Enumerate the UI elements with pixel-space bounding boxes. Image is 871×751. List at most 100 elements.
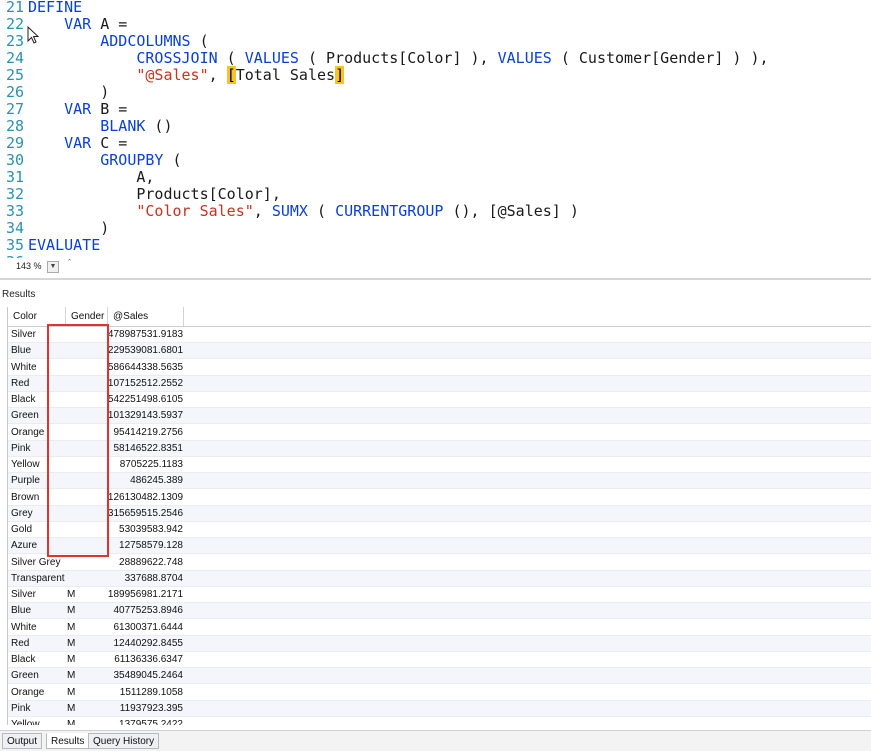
cell-sales[interactable]: 315659515.2546 (100, 506, 183, 522)
code-line[interactable]: 28 BLANK () (0, 118, 173, 135)
cell-color[interactable]: Blue (11, 603, 67, 619)
cell-sales[interactable]: 11937923.395 (100, 701, 183, 717)
tab-query-history[interactable]: Query History (88, 733, 160, 749)
cell-sales[interactable]: 586644338.5635 (100, 360, 183, 376)
cell-sales[interactable]: 61136336.6347 (100, 652, 183, 668)
cell-sales[interactable]: 229539081.6801 (100, 343, 183, 359)
cell-sales[interactable]: 12758579.128 (100, 538, 183, 554)
cell-color[interactable]: Brown (11, 490, 67, 506)
dax-code-editor[interactable]: 21 DEFINE 22 VAR A = 23 ADDCOLUMNS (24 CROS… (0, 0, 871, 258)
cell-sales[interactable]: 12440292.8455 (100, 636, 183, 652)
table-row[interactable]: Pink M 11937923.395 (8, 700, 871, 717)
table-row[interactable]: Green M 35489045.2464 (8, 668, 871, 685)
scroll-caret-icon[interactable]: ˆ (68, 258, 71, 268)
cell-sales[interactable]: 107152512.2552 (100, 376, 183, 392)
cell-sales[interactable]: 1511289.1058 (100, 685, 183, 701)
table-row[interactable]: Transparent 337688.8704 (8, 570, 871, 587)
code-line[interactable]: 31 A, (0, 169, 155, 186)
column-header-sales[interactable]: @Sales (108, 307, 184, 326)
cell-sales[interactable]: 35489045.2464 (100, 668, 183, 684)
table-row[interactable]: Yellow 8705225.1183 (8, 457, 871, 473)
code-line[interactable]: 21 DEFINE (0, 0, 82, 16)
table-row[interactable]: Silver 478987531.9183 (8, 327, 871, 343)
results-grid[interactable]: Color Gender @Sales Silver 478987531.9183… (7, 307, 871, 725)
cell-sales[interactable]: 40775253.8946 (100, 603, 183, 619)
table-row[interactable]: Orange 95414219.2756 (8, 425, 871, 441)
cell-color[interactable]: Silver (11, 587, 67, 603)
chevron-down-icon[interactable]: ▼ (47, 261, 59, 273)
table-row[interactable]: Blue M 40775253.8946 (8, 603, 871, 620)
table-row[interactable]: Brown 126130482.1309 (8, 490, 871, 506)
table-row[interactable]: Red 107152512.2552 (8, 375, 871, 392)
cell-color[interactable]: White (11, 620, 67, 636)
cell-sales[interactable]: 126130482.1309 (100, 490, 183, 506)
table-row[interactable]: Azure 12758579.128 (8, 538, 871, 555)
code-line[interactable]: 22 VAR A = (0, 16, 127, 33)
pane-splitter[interactable] (0, 278, 871, 280)
cell-color[interactable]: Azure (11, 538, 67, 554)
code-line[interactable]: 25 "@Sales", [Total Sales] (0, 66, 345, 84)
cell-sales[interactable]: 478987531.9183 (100, 327, 183, 343)
cell-color[interactable]: White (11, 360, 67, 376)
cell-sales[interactable]: 95414219.2756 (100, 425, 183, 441)
table-row[interactable]: Pink 58146522.8351 (8, 440, 871, 457)
cell-sales[interactable]: 58146522.8351 (100, 441, 183, 457)
table-row[interactable]: Black M 61136336.6347 (8, 652, 871, 668)
zoom-level[interactable]: 143 % (16, 260, 42, 273)
cell-color[interactable]: Silver (11, 327, 67, 343)
table-row[interactable]: Gold 53039583.942 (8, 522, 871, 538)
code-line[interactable]: 32 Products[Color], (0, 186, 281, 203)
code-line[interactable]: 26 ) (0, 84, 109, 101)
cell-color[interactable]: Yellow (11, 457, 67, 473)
cell-color[interactable]: Gold (11, 522, 67, 538)
cell-sales[interactable]: 8705225.1183 (100, 457, 183, 473)
tab-output[interactable]: Output (2, 733, 43, 749)
cell-color[interactable]: Pink (11, 441, 67, 457)
table-row[interactable]: Grey 315659515.2546 (8, 505, 871, 522)
code-line[interactable]: 33 "Color Sales", SUMX ( CURRENTGROUP ()… (0, 203, 579, 220)
code-line[interactable]: 29 VAR C = (0, 135, 127, 152)
cell-color[interactable]: Black (11, 392, 67, 408)
table-row[interactable]: Silver Grey 28889622.748 (8, 555, 871, 571)
table-row[interactable]: Black 542251498.6105 (8, 392, 871, 408)
code-line[interactable]: 34 ) (0, 220, 109, 237)
cell-color[interactable]: Blue (11, 343, 67, 359)
cell-sales[interactable]: 337688.8704 (100, 571, 183, 587)
tab-results[interactable]: Results (46, 733, 90, 749)
cell-color[interactable]: Black (11, 652, 67, 668)
column-header-gender[interactable]: Gender (66, 307, 108, 326)
cell-sales[interactable]: 53039583.942 (100, 522, 183, 538)
cell-color[interactable]: Grey (11, 506, 67, 522)
cell-sales[interactable]: 1379575.2422 (100, 717, 183, 725)
table-row[interactable]: Purple 486245.389 (8, 473, 871, 490)
cell-color[interactable]: Orange (11, 685, 67, 701)
cell-color[interactable]: Purple (11, 473, 67, 489)
table-row[interactable]: Green 101329143.5937 (8, 408, 871, 425)
table-row[interactable]: Yellow M 1379575.2422 (8, 717, 871, 725)
cell-color[interactable]: Red (11, 636, 67, 652)
cell-color[interactable]: Orange (11, 425, 67, 441)
table-row[interactable]: Orange M 1511289.1058 (8, 685, 871, 701)
cell-sales[interactable]: 189956981.2171 (100, 587, 183, 603)
table-row[interactable]: White M 61300371.6444 (8, 620, 871, 636)
table-row[interactable]: White 586644338.5635 (8, 360, 871, 376)
cell-color[interactable]: Red (11, 376, 67, 392)
code-line[interactable]: 35 EVALUATE (0, 237, 100, 254)
cell-color[interactable]: Green (11, 408, 67, 424)
cell-color[interactable]: Green (11, 668, 67, 684)
code-line[interactable]: 30 GROUPBY ( (0, 152, 182, 169)
cell-sales[interactable]: 101329143.5937 (100, 408, 183, 424)
table-row[interactable]: Red M 12440292.8455 (8, 635, 871, 652)
cell-color[interactable]: Yellow (11, 717, 67, 725)
table-row[interactable]: Silver M 189956981.2171 (8, 587, 871, 603)
cell-color[interactable]: Transparent (11, 571, 67, 587)
code-line[interactable]: 24 CROSSJOIN ( VALUES ( Products[Color] … (0, 50, 769, 67)
cell-color[interactable]: Pink (11, 701, 67, 717)
code-line[interactable]: 27 VAR B = (0, 101, 127, 118)
cell-sales[interactable]: 61300371.6444 (100, 620, 183, 636)
column-header-color[interactable]: Color (8, 307, 66, 326)
table-row[interactable]: Blue 229539081.6801 (8, 343, 871, 360)
cell-color[interactable]: Silver Grey (11, 555, 67, 571)
cell-sales[interactable]: 542251498.6105 (100, 392, 183, 408)
cell-sales[interactable]: 486245.389 (100, 473, 183, 489)
